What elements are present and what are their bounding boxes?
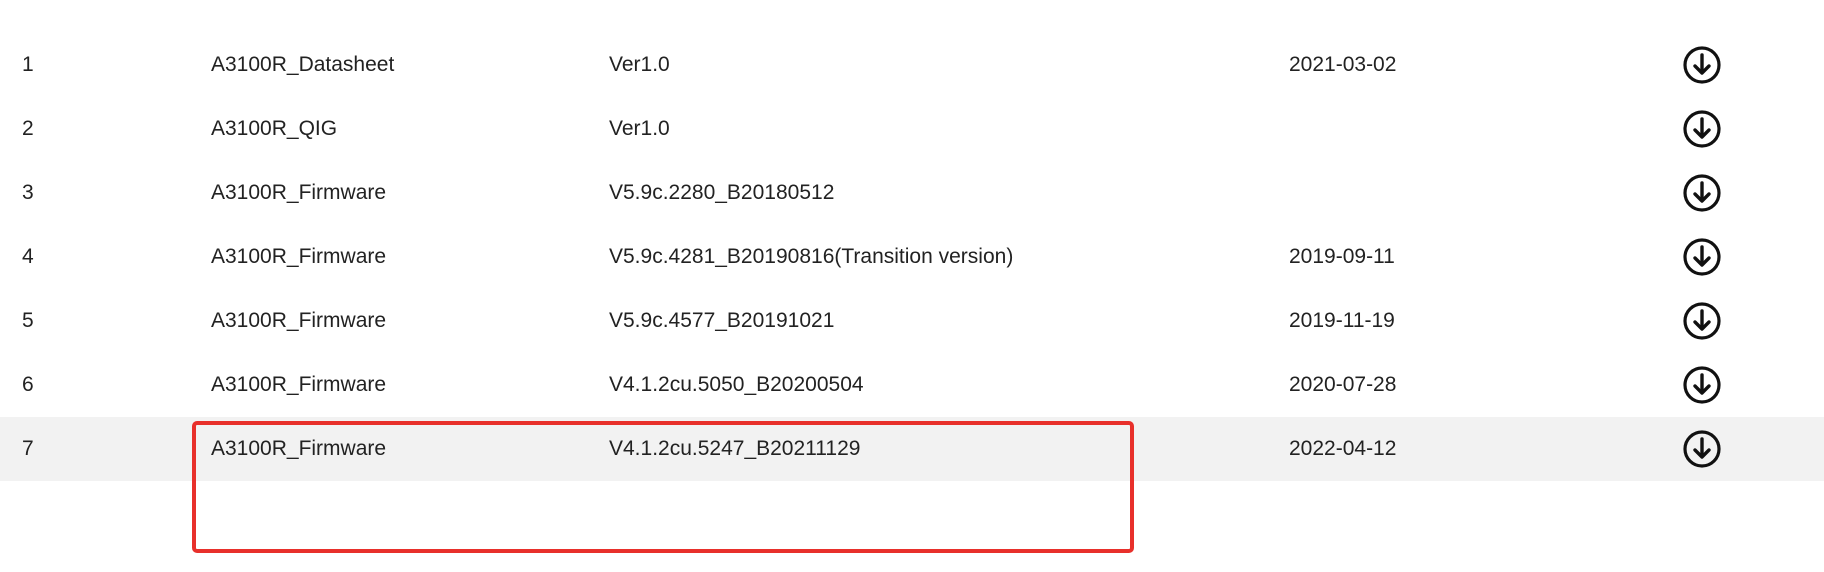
- download-icon: [1683, 174, 1721, 212]
- row-number: 2: [22, 117, 34, 140]
- download-button[interactable]: [1677, 417, 1727, 481]
- download-button[interactable]: [1677, 353, 1727, 417]
- download-button[interactable]: [1677, 97, 1727, 161]
- row-number: 6: [22, 373, 34, 396]
- release-date: 2022-04-12: [1289, 437, 1397, 460]
- file-name: A3100R_Datasheet: [211, 53, 395, 76]
- file-version: V4.1.2cu.5050_B20200504: [609, 373, 864, 396]
- row-number: 1: [22, 53, 34, 76]
- download-icon: [1683, 46, 1721, 84]
- download-icon: [1683, 238, 1721, 276]
- row-number: 3: [22, 181, 34, 204]
- download-button[interactable]: [1677, 161, 1727, 225]
- file-version: V5.9c.4577_B20191021: [609, 309, 835, 332]
- release-date: 2019-11-19: [1289, 309, 1395, 332]
- download-icon: [1683, 110, 1721, 148]
- table-row: 3 A3100R_Firmware V5.9c.2280_B20180512: [0, 161, 1824, 225]
- download-icon: [1683, 430, 1721, 468]
- release-date: 2021-03-02: [1289, 53, 1397, 76]
- download-button[interactable]: [1677, 289, 1727, 353]
- file-version: Ver1.0: [609, 53, 670, 76]
- table-row: 1 A3100R_Datasheet Ver1.0 2021-03-02: [0, 33, 1824, 97]
- file-name: A3100R_QIG: [211, 117, 338, 140]
- row-number: 7: [22, 437, 34, 460]
- download-button[interactable]: [1677, 225, 1727, 289]
- table-row: 4 A3100R_Firmware V5.9c.4281_B20190816(T…: [0, 225, 1824, 289]
- table-row: 2 A3100R_QIG Ver1.0: [0, 97, 1824, 161]
- row-number: 5: [22, 309, 34, 332]
- download-button[interactable]: [1677, 33, 1727, 97]
- table-row: 7 A3100R_Firmware V4.1.2cu.5247_B2021112…: [0, 417, 1824, 481]
- file-version: V5.9c.4281_B20190816(Transition version): [609, 245, 1014, 268]
- file-version: Ver1.0: [609, 117, 670, 140]
- file-version: V5.9c.2280_B20180512: [609, 181, 835, 204]
- release-date: 2020-07-28: [1289, 373, 1397, 396]
- file-name: A3100R_Firmware: [211, 437, 387, 460]
- file-name: A3100R_Firmware: [211, 309, 387, 332]
- download-icon: [1683, 366, 1721, 404]
- download-icon: [1683, 302, 1721, 340]
- row-number: 4: [22, 245, 34, 268]
- release-date: 2019-09-11: [1289, 245, 1395, 268]
- table-row: 5 A3100R_Firmware V5.9c.4577_B20191021 2…: [0, 289, 1824, 353]
- file-version: V4.1.2cu.5247_B20211129: [609, 437, 861, 460]
- downloads-table: 1 A3100R_Datasheet Ver1.0 2021-03-02 2 A…: [0, 33, 1824, 481]
- file-name: A3100R_Firmware: [211, 181, 387, 204]
- table-row: 6 A3100R_Firmware V4.1.2cu.5050_B2020050…: [0, 353, 1824, 417]
- file-name: A3100R_Firmware: [211, 245, 387, 268]
- file-name: A3100R_Firmware: [211, 373, 387, 396]
